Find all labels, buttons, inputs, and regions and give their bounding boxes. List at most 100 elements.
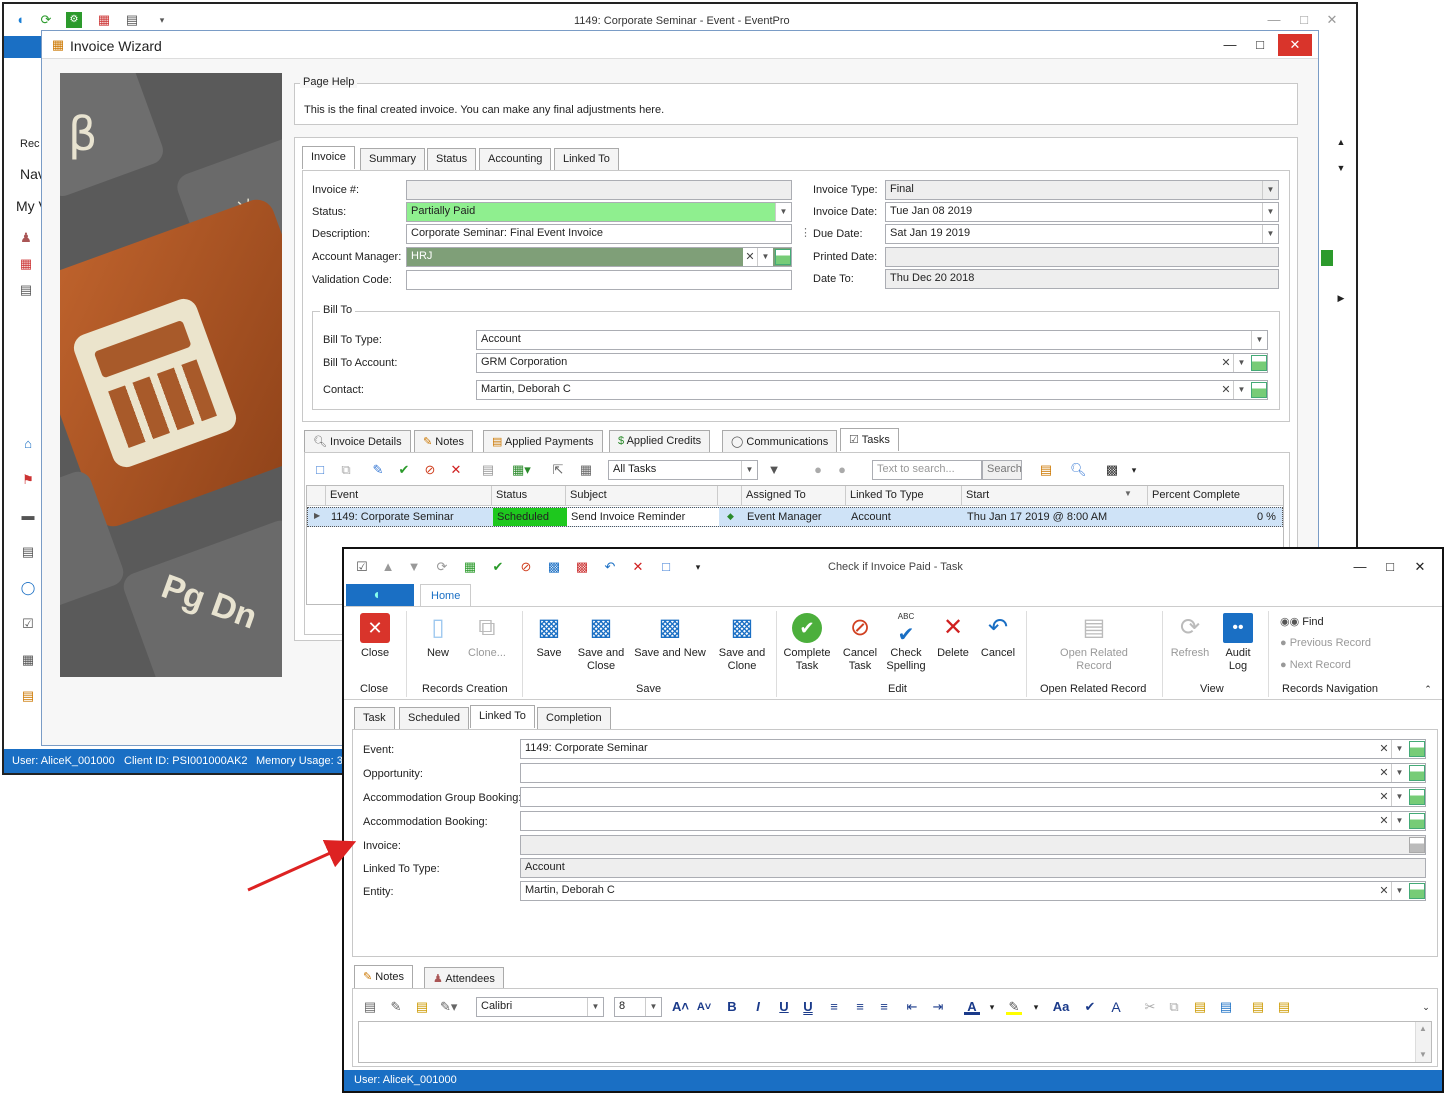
- font-size-select[interactable]: 8 ▼: [614, 997, 662, 1017]
- calendar-icon[interactable]: ▦: [96, 12, 112, 28]
- font-family-select[interactable]: Calibri ▼: [476, 997, 604, 1017]
- right-collapse-icon[interactable]: ▲: [1333, 134, 1349, 150]
- move-up-icon[interactable]: ●: [810, 462, 826, 478]
- tab-attendees[interactable]: ♟ Attendees: [424, 967, 504, 989]
- account-manager-lookup-icon[interactable]: [775, 249, 791, 265]
- header-priority[interactable]: [718, 486, 742, 506]
- wizard-minimize-icon[interactable]: —: [1222, 37, 1238, 53]
- invoice-lookup-icon[interactable]: [1409, 837, 1425, 853]
- accommodation-group-clear-icon[interactable]: ✕: [1377, 788, 1391, 806]
- header-status[interactable]: Status: [492, 486, 566, 506]
- qa-dropdown-icon[interactable]: ▾: [690, 559, 706, 575]
- date-to-field[interactable]: Thu Dec 20 2018: [885, 269, 1279, 289]
- cancel-button[interactable]: ↶ Cancel: [978, 613, 1018, 660]
- ribbon-collapse-icon[interactable]: ⌃: [1420, 681, 1436, 697]
- increase-indent-icon[interactable]: ⇥: [930, 999, 946, 1015]
- contact-select[interactable]: Martin, Deborah C ✕ ▼: [476, 380, 1268, 400]
- account-manager-dropdown-icon[interactable]: ▼: [757, 248, 773, 266]
- edit-task-icon[interactable]: ✎: [370, 462, 386, 478]
- bill-to-account-dropdown-icon[interactable]: ▼: [1233, 354, 1249, 372]
- tab-invoice[interactable]: Invoice: [302, 146, 355, 169]
- change-case-icon[interactable]: Aa: [1048, 999, 1074, 1015]
- opportunity-clear-icon[interactable]: ✕: [1377, 764, 1391, 782]
- close-button[interactable]: ✕ Close: [354, 613, 396, 660]
- accommodation-group-dropdown-icon[interactable]: ▼: [1391, 788, 1407, 806]
- qa-check-icon[interactable]: ✔: [490, 559, 506, 575]
- new-task-icon[interactable]: □: [312, 462, 328, 478]
- task-search-button[interactable]: Search: [982, 460, 1022, 480]
- qa-undo-icon[interactable]: ↶: [602, 559, 618, 575]
- editor-edit-icon[interactable]: ✎: [388, 999, 404, 1015]
- accommodation-booking-clear-icon[interactable]: ✕: [1377, 812, 1391, 830]
- tab-task-linked-to[interactable]: Linked To: [470, 705, 535, 728]
- editor-scrollbar[interactable]: ▲ ▼: [1415, 1022, 1431, 1062]
- accommodation-booking-select[interactable]: ✕ ▼: [520, 811, 1426, 831]
- bill-to-account-select[interactable]: GRM Corporation ✕ ▼: [476, 353, 1268, 373]
- qa-new-icon[interactable]: □: [658, 559, 674, 575]
- check-spelling-button[interactable]: ABC ✔ Check Spelling: [884, 613, 928, 673]
- report-icon[interactable]: ▤: [20, 688, 36, 704]
- highlight-dropdown-icon[interactable]: ▾: [1028, 999, 1044, 1015]
- view-icon[interactable]: ▦: [578, 462, 594, 478]
- scroll-up-icon[interactable]: ▲: [1419, 1024, 1427, 1033]
- entity-select[interactable]: Martin, Deborah C ✕ ▼: [520, 881, 1426, 901]
- next-record-button[interactable]: ● Next Record: [1280, 659, 1351, 671]
- wizard-close-button[interactable]: ✕: [1278, 34, 1312, 56]
- header-event[interactable]: Event: [326, 486, 492, 506]
- more-dropdown-icon[interactable]: ▾: [1126, 462, 1142, 478]
- save-and-close-button[interactable]: ▩ Save and Close: [576, 613, 626, 673]
- main-maximize-icon[interactable]: □: [1296, 12, 1312, 28]
- right-arrow-icon[interactable]: ▶: [1333, 290, 1349, 306]
- tab-scheduled[interactable]: Scheduled: [399, 707, 469, 729]
- invoice-number-field[interactable]: [406, 180, 792, 200]
- person-doc-icon[interactable]: ▤: [20, 544, 36, 560]
- qa-up-icon[interactable]: ▲: [380, 559, 396, 575]
- spelling-icon[interactable]: ✔: [1082, 999, 1098, 1015]
- opportunity-select[interactable]: ✕ ▼: [520, 763, 1426, 783]
- task-minimize-icon[interactable]: —: [1352, 559, 1368, 575]
- entity-dropdown-icon[interactable]: ▼: [1391, 882, 1407, 900]
- opportunity-lookup-icon[interactable]: [1409, 765, 1425, 781]
- delete-button[interactable]: ✕ Delete: [934, 613, 972, 660]
- contact-dropdown-icon[interactable]: ▼: [1233, 381, 1249, 399]
- bill-to-type-dropdown-icon[interactable]: ▼: [1251, 331, 1267, 349]
- card-icon[interactable]: ▬: [20, 508, 36, 524]
- task-close-icon[interactable]: ✕: [1412, 559, 1428, 575]
- font-size-dropdown-icon[interactable]: ▼: [645, 998, 661, 1016]
- user-icon[interactable]: ♟: [18, 230, 34, 246]
- qa-down-icon[interactable]: ▼: [406, 559, 422, 575]
- contact-lookup-icon[interactable]: [1251, 382, 1267, 398]
- refresh-icon[interactable]: ⟳: [38, 12, 54, 28]
- tab-status[interactable]: Status: [427, 148, 477, 170]
- cancel-task-button[interactable]: ⊘ Cancel Task: [838, 613, 882, 673]
- event-lookup-icon[interactable]: [1409, 741, 1425, 757]
- clone-button[interactable]: ⧉ Clone...: [464, 613, 510, 660]
- header-linked-to-type[interactable]: Linked To Type: [846, 486, 962, 506]
- qa-grid-icon[interactable]: ▦: [462, 559, 478, 575]
- notes-toolbar-icon[interactable]: ▤: [1038, 462, 1054, 478]
- complete-task-button[interactable]: ✔ Complete Task: [782, 613, 832, 673]
- filter-icon[interactable]: ▼: [766, 462, 782, 478]
- bold-icon[interactable]: B: [724, 999, 740, 1015]
- pin-icon[interactable]: ⚑: [20, 472, 36, 488]
- wizard-maximize-icon[interactable]: □: [1252, 37, 1268, 53]
- bill-to-account-clear-icon[interactable]: ✕: [1219, 354, 1233, 372]
- scroll-down-icon[interactable]: ▼: [1419, 1050, 1427, 1059]
- double-underline-icon[interactable]: U: [800, 999, 816, 1015]
- qa-refresh-icon[interactable]: ⟳: [434, 559, 450, 575]
- move-down-icon[interactable]: ●: [834, 462, 850, 478]
- underline-icon[interactable]: U: [776, 999, 792, 1015]
- quick-access-dropdown-icon[interactable]: ▾: [154, 12, 170, 28]
- qa-task-icon[interactable]: ☑: [354, 559, 370, 575]
- invoice-type-dropdown-icon[interactable]: ▼: [1262, 181, 1278, 199]
- open-related-record-button[interactable]: ▤ Open Related Record: [1052, 613, 1136, 673]
- event-clear-icon[interactable]: ✕: [1377, 740, 1391, 758]
- accommodation-booking-lookup-icon[interactable]: [1409, 813, 1425, 829]
- save-and-new-button[interactable]: ▩ Save and New: [634, 613, 706, 660]
- validation-code-input[interactable]: [406, 270, 792, 290]
- header-percent-complete[interactable]: Percent Complete: [1148, 486, 1283, 506]
- editor-open-icon[interactable]: ▤: [414, 999, 430, 1015]
- save-layout-icon[interactable]: ▩: [1104, 462, 1120, 478]
- invoice-select[interactable]: [520, 835, 1426, 855]
- event-dropdown-icon[interactable]: ▼: [1391, 740, 1407, 758]
